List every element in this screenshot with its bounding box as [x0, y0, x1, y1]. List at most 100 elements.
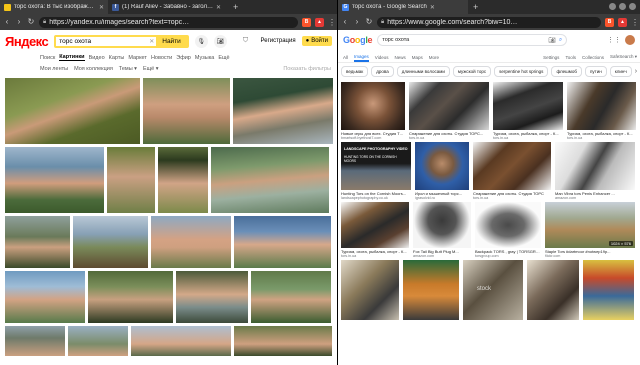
image-result[interactable]: [341, 260, 399, 320]
reload-icon[interactable]: ↻: [27, 14, 35, 30]
tab-google-search[interactable]: G торс охота - Google Search ✕: [338, 0, 468, 14]
image-result[interactable]: [151, 216, 231, 268]
search-input[interactable]: торс охота: [382, 37, 545, 43]
nav-item-maps[interactable]: Карты: [109, 55, 125, 61]
shield-icon[interactable]: ⛉: [243, 37, 251, 46]
image-result[interactable]: 1024 × 576 Staple Tors #dartmoor #notwep…: [545, 202, 635, 258]
image-result[interactable]: [131, 326, 231, 356]
nav-item-search[interactable]: Поиск: [40, 55, 55, 61]
safesearch-dropdown[interactable]: SafeSearch ▾: [610, 54, 637, 62]
new-tab-button[interactable]: +: [228, 0, 243, 14]
tab-videos[interactable]: Videos: [375, 55, 389, 62]
nav-item-images[interactable]: Картинки: [59, 54, 85, 61]
close-tab-icon[interactable]: ✕: [99, 4, 104, 11]
tab-maps[interactable]: Maps: [412, 55, 423, 62]
image-result[interactable]: [68, 326, 128, 356]
image-result[interactable]: Ирол и мышечный торс... igrasolvid.ru: [415, 142, 469, 200]
chip[interactable]: serpentine hot springs: [494, 66, 549, 77]
menu-dots-icon[interactable]: ⋮: [631, 18, 639, 27]
my-collection-link[interactable]: Моя коллекция: [74, 66, 113, 72]
image-result[interactable]: [233, 78, 333, 144]
close-window-button[interactable]: [629, 3, 636, 10]
nav-item-efir[interactable]: Эфир: [176, 55, 191, 61]
topics-dropdown[interactable]: Темы ▾: [119, 66, 137, 72]
image-result[interactable]: [143, 78, 230, 144]
image-result[interactable]: stock: [463, 260, 523, 320]
menu-dots-icon[interactable]: ⋮: [328, 18, 336, 27]
image-result[interactable]: [251, 271, 331, 323]
new-tab-button[interactable]: +: [468, 0, 483, 14]
yandex-logo[interactable]: Яндекс: [5, 34, 49, 49]
image-result[interactable]: [5, 147, 104, 213]
image-result[interactable]: [73, 216, 148, 268]
image-result[interactable]: LANDSCAPE PHOTOGRAPHY VIDEO HUNTING TORS…: [341, 142, 411, 200]
image-result[interactable]: [88, 271, 173, 323]
nav-item-market[interactable]: Маркет: [128, 55, 147, 61]
reload-icon[interactable]: ↻: [365, 14, 373, 30]
tab-facebook[interactable]: f (1) Rauf Aliev - Забавно - загол… ✕: [108, 0, 228, 14]
settings-link[interactable]: Settings: [543, 55, 559, 62]
minimize-button[interactable]: [609, 3, 616, 10]
image-result[interactable]: [403, 260, 459, 320]
image-result[interactable]: Man Vibra tors Penis Enhancer ... amazon…: [555, 142, 635, 200]
forward-arrow-icon[interactable]: ›: [15, 14, 23, 30]
chip[interactable]: дрова: [371, 66, 394, 77]
maximize-button[interactable]: [619, 3, 626, 10]
chip[interactable]: клинч: [609, 66, 632, 77]
back-arrow-icon[interactable]: ‹: [341, 14, 349, 30]
chip[interactable]: мужской торс: [452, 66, 492, 77]
image-result[interactable]: Backpack TORS , gray | TORSGROUP torsgro…: [475, 202, 541, 258]
brave-shield-icon[interactable]: B: [302, 17, 311, 27]
chip[interactable]: путин: [584, 66, 607, 77]
nav-item-video[interactable]: Видео: [89, 55, 105, 61]
image-result[interactable]: Новые игры для всех. Студия ТОРС... bmar…: [341, 82, 405, 140]
image-result[interactable]: [5, 216, 70, 268]
tab-yandex-images[interactable]: торс охота: В тыс изображен… ✕: [0, 0, 108, 14]
address-bar[interactable]: 🔒︎ https://www.google.com/search?biw=10…: [377, 16, 601, 28]
image-result[interactable]: [176, 271, 248, 323]
tab-images[interactable]: Images: [354, 54, 369, 62]
image-result[interactable]: [5, 271, 85, 323]
search-icon[interactable]: ⌕: [559, 37, 562, 44]
search-input[interactable]: торс охота: [56, 38, 147, 45]
microphone-icon[interactable]: 🎙︎: [194, 34, 208, 48]
forward-arrow-icon[interactable]: ›: [353, 14, 361, 30]
image-result[interactable]: Туризм, охота, рыбалка, спорт - К... tor…: [341, 202, 409, 258]
image-result[interactable]: [583, 260, 634, 320]
nav-item-music[interactable]: Музыка: [195, 55, 214, 61]
search-button[interactable]: Найти: [156, 36, 187, 46]
tools-link[interactable]: Tools: [565, 55, 576, 62]
back-arrow-icon[interactable]: ‹: [3, 14, 11, 30]
image-result[interactable]: [107, 147, 155, 213]
extension-icon[interactable]: ▲: [618, 17, 627, 27]
image-result[interactable]: [158, 147, 208, 213]
more-dropdown[interactable]: Ещё ▾: [143, 66, 159, 72]
brave-shield-icon[interactable]: B: [605, 17, 614, 27]
collections-link[interactable]: Collections: [582, 55, 604, 62]
address-bar[interactable]: 🔒︎ https://yandex.ru/images/search?text=…: [39, 16, 298, 28]
image-result[interactable]: [527, 260, 579, 320]
image-result[interactable]: [5, 326, 65, 356]
nav-item-more[interactable]: Ещё: [218, 55, 229, 61]
image-result[interactable]: Снаряжение для охоты. Студия ТОРС... tor…: [409, 82, 489, 140]
apps-grid-icon[interactable]: ⋮⋮: [607, 36, 621, 44]
avatar[interactable]: [625, 35, 635, 45]
tab-more[interactable]: More: [429, 55, 439, 62]
image-result[interactable]: [234, 326, 332, 356]
close-tab-icon[interactable]: ✕: [216, 4, 221, 11]
chevron-right-icon[interactable]: ›: [635, 68, 637, 75]
image-result[interactable]: Туризм, охота, рыбалка, спорт - К... tor…: [493, 82, 563, 140]
register-link[interactable]: Регистрация: [261, 38, 296, 44]
close-tab-icon[interactable]: ✕: [430, 4, 435, 11]
image-result[interactable]: [234, 216, 331, 268]
image-result[interactable]: [5, 78, 140, 144]
extension-icon[interactable]: ▲: [315, 17, 324, 27]
show-filters-link[interactable]: Показать фильтры: [283, 66, 331, 72]
google-logo[interactable]: Google: [343, 35, 373, 45]
camera-icon[interactable]: 📷︎: [548, 37, 556, 44]
chip[interactable]: ведьмак: [341, 66, 369, 77]
login-button[interactable]: ● Войти: [301, 36, 332, 46]
tab-news[interactable]: News: [394, 55, 405, 62]
nav-item-news[interactable]: Новости: [151, 55, 172, 61]
image-result[interactable]: Снаряжение для охоты. Студия ТОРС tors.i…: [473, 142, 551, 200]
